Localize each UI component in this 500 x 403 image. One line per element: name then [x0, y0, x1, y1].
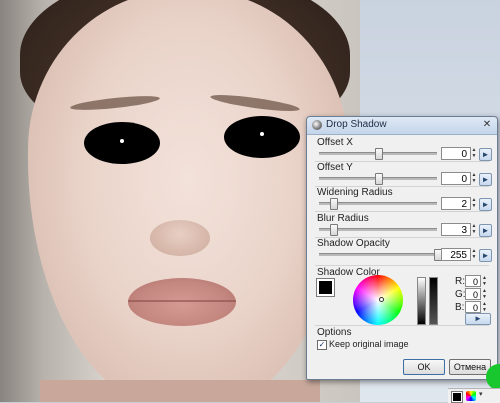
- spin-down-icon[interactable]: ▼: [471, 153, 477, 159]
- rgb-spin-buttons[interactable]: ▲ ▼: [482, 288, 487, 300]
- color-wheel-selector[interactable]: [379, 297, 384, 302]
- slider-thumb[interactable]: [375, 148, 383, 160]
- slider-label: Offset X: [317, 137, 353, 148]
- rgb-label: B:: [455, 302, 465, 313]
- separator: [315, 211, 489, 212]
- slider-track[interactable]: [319, 198, 437, 210]
- chevron-down-icon[interactable]: ▾: [479, 390, 483, 398]
- slider-thumb[interactable]: [375, 173, 383, 185]
- spin-down-icon[interactable]: ▼: [471, 229, 477, 235]
- spin-buttons[interactable]: ▲ ▼: [471, 223, 477, 236]
- shadow-color-swatch[interactable]: [316, 278, 335, 297]
- reset-arrow-icon[interactable]: ►: [479, 224, 492, 237]
- reset-arrow-icon[interactable]: ►: [479, 173, 492, 186]
- color-wheel[interactable]: [353, 275, 403, 325]
- rgb-label: R:: [455, 276, 465, 287]
- rgb-input[interactable]: 0: [465, 275, 481, 287]
- spin-buttons[interactable]: ▲ ▼: [471, 197, 477, 210]
- spin-down-icon[interactable]: ▼: [471, 254, 477, 260]
- slider-track[interactable]: [319, 249, 442, 261]
- photo-lip-line: [128, 300, 236, 302]
- spin-down-icon[interactable]: ▼: [482, 281, 487, 287]
- value-slider[interactable]: [417, 277, 426, 325]
- photo-neck: [40, 380, 320, 402]
- photo-lips: [128, 278, 236, 326]
- close-icon[interactable]: ✕: [480, 119, 494, 131]
- reset-arrow-icon[interactable]: ►: [479, 249, 492, 262]
- slider-label: Blur Radius: [317, 213, 369, 224]
- slider-track[interactable]: [319, 173, 437, 185]
- rgb-spin-buttons[interactable]: ▲ ▼: [482, 301, 487, 313]
- photo-nose: [150, 220, 210, 256]
- value-input[interactable]: 0: [441, 147, 471, 160]
- color-picker-icon[interactable]: [466, 391, 476, 401]
- slider-label: Widening Radius: [317, 187, 393, 198]
- separator: [315, 325, 489, 326]
- value-input[interactable]: 3: [441, 223, 471, 236]
- photo-face: [28, 0, 348, 402]
- keep-original-checkbox[interactable]: ✓: [317, 340, 327, 350]
- ok-button[interactable]: OK: [403, 359, 445, 375]
- keep-original-label[interactable]: Keep original image: [329, 339, 409, 349]
- rgb-input[interactable]: 0: [465, 288, 481, 300]
- options-label: Options: [317, 327, 352, 338]
- photo-right-eye: [224, 116, 300, 158]
- rgb-input[interactable]: 0: [465, 301, 481, 313]
- spin-buttons[interactable]: ▲ ▼: [471, 172, 477, 185]
- slider-thumb[interactable]: [330, 224, 338, 236]
- drop-shadow-dialog: Drop Shadow ✕ Offset X 0 ▲ ▼ ► Offset Y 0 ▲ ▼ ► Wi…: [306, 116, 498, 380]
- rgb-spin-buttons[interactable]: ▲ ▼: [482, 275, 487, 287]
- slider-label: Offset Y: [317, 162, 353, 173]
- spin-buttons[interactable]: ▲ ▼: [471, 248, 477, 261]
- reset-arrow-icon[interactable]: ►: [479, 198, 492, 211]
- spin-down-icon[interactable]: ▼: [471, 203, 477, 209]
- spin-down-icon[interactable]: ▼: [482, 294, 487, 300]
- spin-down-icon[interactable]: ▼: [471, 178, 477, 184]
- more-colors-button[interactable]: ►: [465, 313, 491, 325]
- value-input[interactable]: 2: [441, 197, 471, 210]
- color-mini-toolbar: ▾: [448, 388, 500, 403]
- rgb-label: G:: [455, 289, 466, 300]
- drop-shadow-icon: [312, 120, 322, 130]
- dialog-title: Drop Shadow: [326, 119, 387, 130]
- dialog-titlebar[interactable]: Drop Shadow ✕: [307, 117, 497, 135]
- photo-left-eye: [84, 122, 160, 164]
- value-input[interactable]: 255: [441, 248, 471, 261]
- spin-buttons[interactable]: ▲ ▼: [471, 147, 477, 160]
- slider-thumb[interactable]: [330, 198, 338, 210]
- reset-arrow-icon[interactable]: ►: [479, 148, 492, 161]
- slider-track[interactable]: [319, 224, 437, 236]
- cancel-button[interactable]: Отмена: [449, 359, 491, 375]
- slider-label: Shadow Opacity: [317, 238, 390, 249]
- separator: [315, 265, 489, 266]
- value-input[interactable]: 0: [441, 172, 471, 185]
- slider-track[interactable]: [319, 148, 437, 160]
- primary-color-swatch[interactable]: [451, 391, 463, 403]
- alpha-slider[interactable]: [429, 277, 438, 325]
